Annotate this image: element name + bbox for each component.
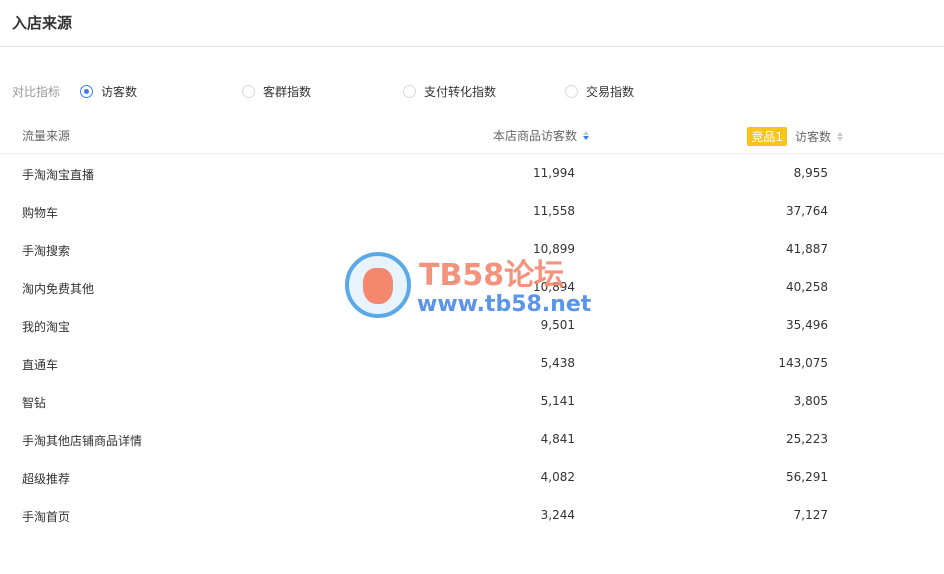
table-row: 手淘首页 3,244 7,127 xyxy=(0,496,944,534)
cell-own-visitors: 3,244 xyxy=(540,508,575,522)
sort-icon[interactable] xyxy=(837,132,843,141)
cell-own-visitors: 11,558 xyxy=(533,204,575,218)
compare-metric-selector: 对比指标 访客数 客群指数 支付转化指数 交易指数 xyxy=(0,80,944,102)
sort-icon[interactable] xyxy=(583,131,589,140)
table-row: 淘内免费其他 10,894 40,258 xyxy=(0,268,944,306)
table-row: 我的淘宝 9,501 35,496 xyxy=(0,306,944,344)
radio-label: 支付转化指数 xyxy=(424,84,497,99)
radio-customer-index[interactable]: 客群指数 xyxy=(242,80,311,102)
cell-competitor-visitors: 7,127 xyxy=(793,508,828,522)
cell-competitor-visitors: 56,291 xyxy=(786,470,828,484)
radio-checked-icon[interactable] xyxy=(80,84,93,98)
cell-own-visitors: 11,994 xyxy=(533,166,575,180)
cell-traffic-source: 我的淘宝 xyxy=(22,320,71,334)
cell-competitor-visitors: 37,764 xyxy=(786,204,828,218)
table-row: 超级推荐 4,082 56,291 xyxy=(0,458,944,496)
table-row: 手淘搜索 10,899 41,887 xyxy=(0,230,944,268)
column-header-own-visitors[interactable]: 本店商品访客数 xyxy=(493,127,589,144)
cell-competitor-visitors: 40,258 xyxy=(786,280,828,294)
cell-traffic-source: 淘内免费其他 xyxy=(22,282,95,296)
table-row: 购物车 11,558 37,764 xyxy=(0,192,944,230)
cell-traffic-source: 直通车 xyxy=(22,358,59,372)
competitor-badge: 竞品1 xyxy=(747,127,787,146)
radio-unchecked-icon[interactable] xyxy=(403,84,416,98)
cell-own-visitors: 4,841 xyxy=(540,432,575,446)
cell-competitor-visitors: 8,955 xyxy=(793,166,828,180)
column-header-competitor-visitors[interactable]: 竞品1 访客数 xyxy=(747,127,843,146)
cell-traffic-source: 手淘首页 xyxy=(22,510,71,524)
cell-own-visitors: 5,141 xyxy=(540,394,575,408)
cell-traffic-source: 智钻 xyxy=(22,396,47,410)
radio-visitors[interactable]: 访客数 xyxy=(80,80,137,102)
traffic-source-table: 流量来源 本店商品访客数 竞品1 访客数 手淘淘宝直播 11,994 8,955 购物… xyxy=(0,118,944,534)
column-header-own-label: 本店商品访客数 xyxy=(492,129,577,143)
radio-unchecked-icon[interactable] xyxy=(565,84,578,98)
radio-conversion-index[interactable]: 支付转化指数 xyxy=(403,80,496,102)
cell-own-visitors: 10,899 xyxy=(533,242,575,256)
radio-unchecked-icon[interactable] xyxy=(242,84,255,98)
radio-label: 交易指数 xyxy=(586,84,635,99)
cell-traffic-source: 手淘淘宝直播 xyxy=(22,168,95,182)
cell-traffic-source: 购物车 xyxy=(22,206,59,220)
cell-own-visitors: 10,894 xyxy=(533,280,575,294)
radio-label: 客群指数 xyxy=(263,84,312,99)
cell-traffic-source: 手淘搜索 xyxy=(22,244,71,258)
cell-competitor-visitors: 25,223 xyxy=(786,432,828,446)
column-header-competitor-label: 访客数 xyxy=(794,130,831,144)
radio-label: 访客数 xyxy=(101,84,138,99)
table-row: 智钻 5,141 3,805 xyxy=(0,382,944,420)
cell-competitor-visitors: 143,075 xyxy=(778,356,828,370)
table-row: 手淘其他店铺商品详情 4,841 25,223 xyxy=(0,420,944,458)
cell-traffic-source: 手淘其他店铺商品详情 xyxy=(22,434,143,448)
cell-own-visitors: 9,501 xyxy=(540,318,575,332)
table-body: 手淘淘宝直播 11,994 8,955 购物车 11,558 37,764 手淘搜索 10,8… xyxy=(0,154,944,534)
cell-own-visitors: 5,438 xyxy=(540,356,575,370)
table-header: 流量来源 本店商品访客数 竞品1 访客数 xyxy=(0,118,944,154)
table-row: 直通车 5,438 143,075 xyxy=(0,344,944,382)
radio-trade-index[interactable]: 交易指数 xyxy=(565,80,634,102)
cell-competitor-visitors: 41,887 xyxy=(786,242,828,256)
cell-competitor-visitors: 3,805 xyxy=(793,394,828,408)
column-header-source: 流量来源 xyxy=(22,129,71,143)
compare-metric-label: 对比指标 xyxy=(12,85,61,99)
cell-traffic-source: 超级推荐 xyxy=(22,472,71,486)
page-header: 入店来源 xyxy=(0,0,944,47)
cell-own-visitors: 4,082 xyxy=(540,470,575,484)
page-title: 入店来源 xyxy=(12,14,73,32)
cell-competitor-visitors: 35,496 xyxy=(786,318,828,332)
table-row: 手淘淘宝直播 11,994 8,955 xyxy=(0,154,944,192)
